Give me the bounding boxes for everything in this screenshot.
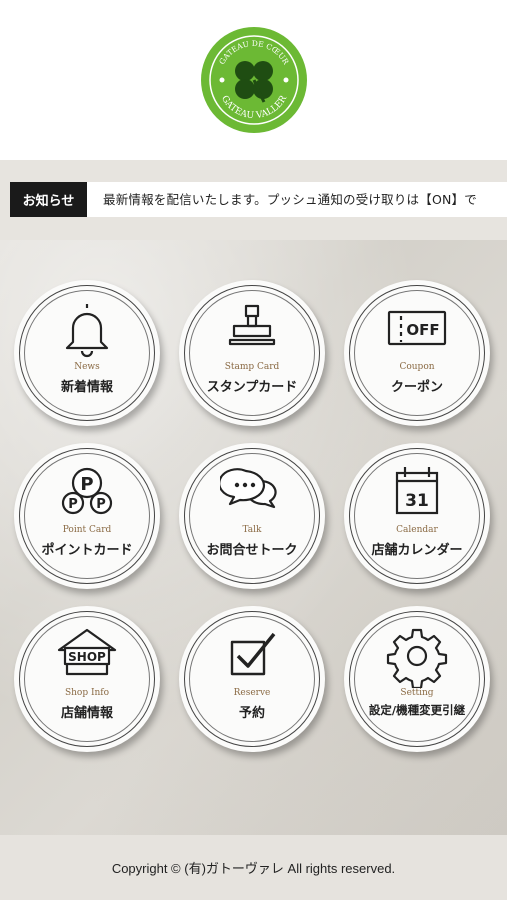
bell-icon [65, 304, 109, 358]
points-icon-text: P [68, 497, 78, 512]
tile-en-label: Setting [400, 688, 434, 698]
gear-icon [386, 628, 448, 688]
news-ticker[interactable]: お知らせ 最新情報を配信いたします。プッシュ通知の受け取りは【ON】で [10, 182, 507, 217]
tile-en-label: Point Card [62, 525, 112, 535]
tile-ja-label: 新着情報 [60, 380, 113, 395]
tile-en-label: Calendar [396, 525, 438, 535]
tile-en-label: News [74, 362, 100, 372]
points-icon-text: P [80, 474, 93, 495]
tile-en-label: Shop Info [64, 688, 110, 698]
menu-coupon[interactable]: OFF Coupon クーポン [344, 280, 490, 426]
news-label: お知らせ [10, 182, 87, 217]
tile-en-label: Coupon [399, 362, 435, 372]
menu-news[interactable]: News 新着情報 [14, 280, 160, 426]
menu-talk[interactable]: Talk お問合せトーク [179, 443, 325, 589]
tile-ja-label: スタンプカード [206, 380, 298, 395]
clover-logo: GATEAU DE CŒUR GATEAU VALLER [200, 27, 307, 133]
calendar-icon: 31 [395, 467, 439, 515]
tile-ja-label: お問合せトーク [206, 543, 298, 558]
tile-ja-label: ポイントカード [41, 543, 133, 558]
menu-point-card[interactable]: P P P Point Card ポイントカード [14, 443, 160, 589]
stamp-icon [228, 304, 276, 346]
tile-ja-label: 店舗カレンダー [371, 543, 463, 558]
menu-stamp-card[interactable]: Stamp Card スタンプカード [179, 280, 325, 426]
menu-shop-info[interactable]: SHOP Shop Info 店舗情報 [14, 606, 160, 752]
news-ticker-text: 最新情報を配信いたします。プッシュ通知の受け取りは【ON】で [103, 192, 477, 207]
chat-icon [220, 468, 277, 509]
tile-en-label: Stamp Card [224, 362, 280, 372]
tile-ja-label: 店舗情報 [60, 706, 113, 721]
tile-ja-label: 予約 [238, 706, 265, 721]
tile-ja-label: 設定/機種変更引継 [368, 703, 466, 717]
points-icon: P P P [61, 467, 113, 515]
tile-ja-label: クーポン [390, 380, 443, 395]
tile-en-label: Talk [242, 525, 262, 535]
tile-en-label: Reserve [233, 688, 271, 698]
coupon-icon: OFF [387, 310, 447, 346]
shop-icon: SHOP [57, 628, 117, 676]
menu-reserve[interactable]: Reserve 予約 [179, 606, 325, 752]
footer: Copyright © (有)ガトーヴァレ All rights reserve… [0, 835, 507, 900]
checkbox-icon [230, 632, 276, 676]
menu-area: News 新着情報 Stamp Card スタンプカード OFF Coupon … [0, 240, 507, 835]
menu-calendar[interactable]: 31 Calendar 店舗カレンダー [344, 443, 490, 589]
coupon-icon-text: OFF [406, 321, 439, 339]
calendar-icon-text: 31 [405, 491, 429, 511]
menu-setting[interactable]: Setting 設定/機種変更引継 [344, 606, 490, 752]
points-icon-text: P [96, 497, 106, 512]
shop-icon-text: SHOP [68, 650, 106, 664]
copyright-text: Copyright © (有)ガトーヴァレ All rights reserve… [111, 861, 396, 876]
header: GATEAU DE CŒUR GATEAU VALLER [0, 0, 507, 160]
